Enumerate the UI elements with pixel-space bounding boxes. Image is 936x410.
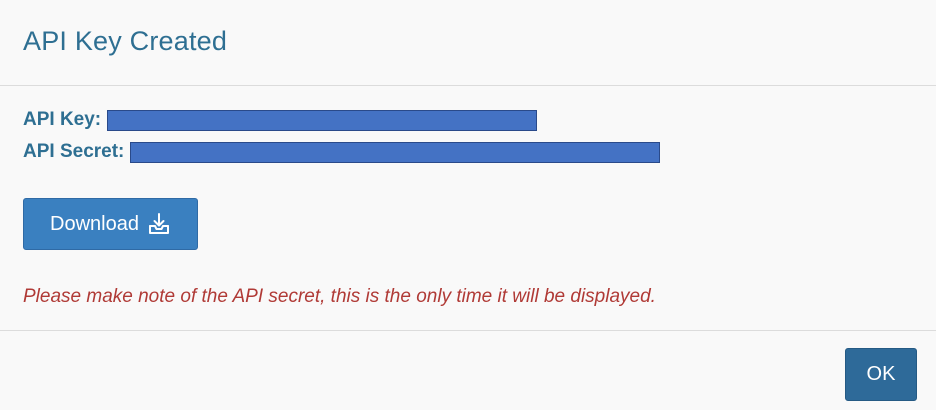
secret-warning-text: Please make note of the API secret, this… xyxy=(23,286,656,307)
ok-button-label: OK xyxy=(866,363,896,385)
api-key-value-redacted xyxy=(107,109,538,131)
download-icon xyxy=(147,212,171,236)
ok-button[interactable]: OK xyxy=(845,348,917,401)
download-button-label: Download xyxy=(50,212,139,235)
api-key-label: API Key: xyxy=(23,109,102,130)
dialog-body: API Key: API Secret: Download Please mak… xyxy=(0,86,936,331)
dialog-footer: OK xyxy=(0,331,936,410)
api-key-row: API Key: xyxy=(23,108,538,132)
api-secret-value-redacted xyxy=(130,141,661,163)
api-key-dialog: API Key Created API Key: API Secret: Dow… xyxy=(0,0,936,410)
api-secret-row: API Secret: xyxy=(23,140,661,164)
api-secret-label: API Secret: xyxy=(23,141,125,162)
dialog-header: API Key Created xyxy=(0,0,936,86)
download-button[interactable]: Download xyxy=(23,198,198,250)
dialog-title: API Key Created xyxy=(23,26,228,56)
